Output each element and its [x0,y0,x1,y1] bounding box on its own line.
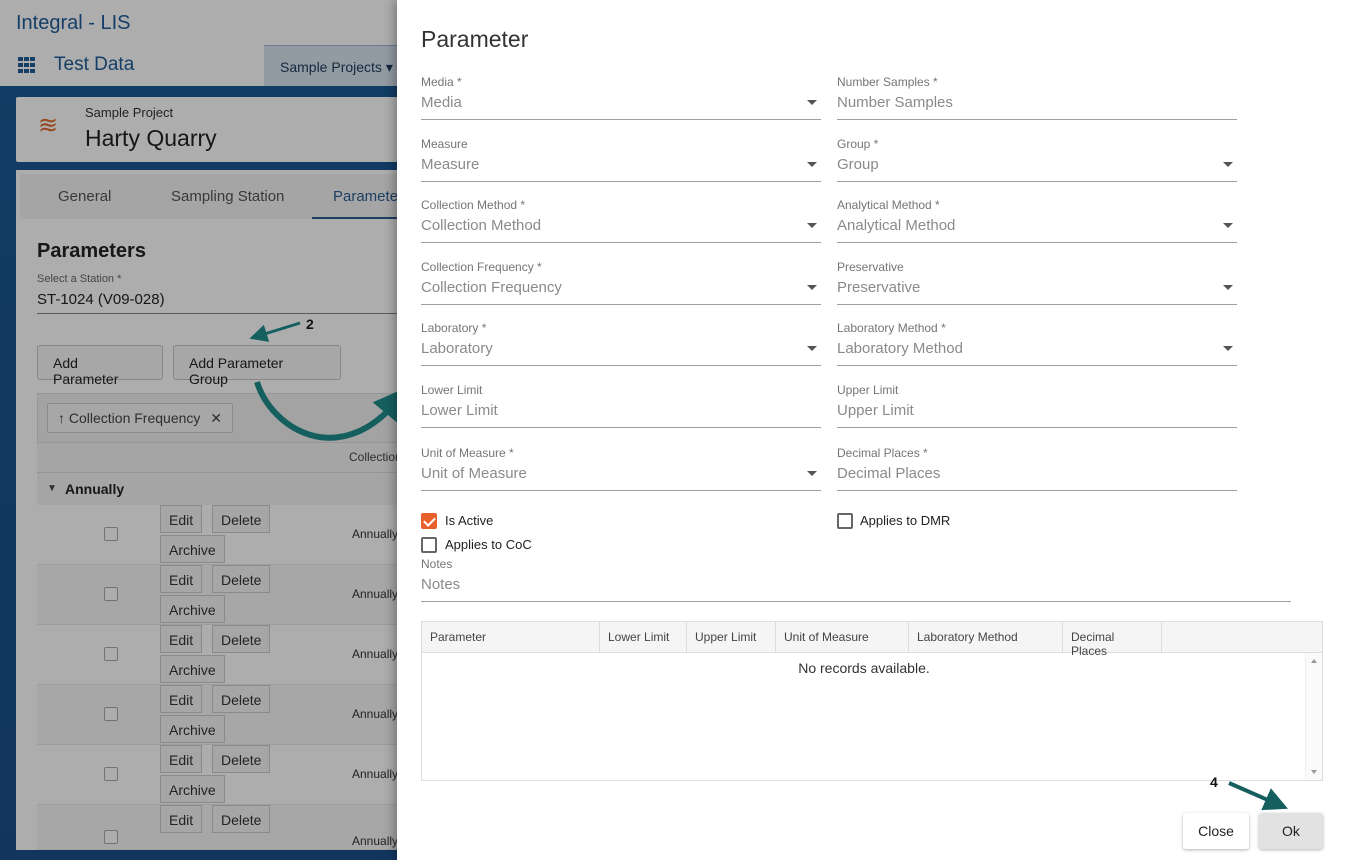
collection-method-label: Collection Method * [421,198,526,212]
preservative-placeholder: Preservative [837,279,921,296]
scroll-up-icon[interactable] [1311,659,1317,663]
laboratory-label: Laboratory * [421,321,487,335]
parameter-dialog: Parameter Media * Media Number Samples *… [397,0,1345,860]
applies-to-coc-label: Applies to CoC [445,537,532,552]
laboratory-method-label: Laboratory Method * [837,321,946,335]
unit-of-measure-placeholder: Unit of Measure [421,465,527,482]
field-underline [837,119,1237,120]
field-underline [421,490,821,491]
analytical-method-field[interactable]: Analytical Method * Analytical Method [837,198,1237,258]
chevron-down-icon[interactable] [807,471,817,476]
laboratory-field[interactable]: Laboratory * Laboratory [421,321,821,381]
chevron-down-icon[interactable] [1223,285,1233,290]
chevron-down-icon[interactable] [807,223,817,228]
preservative-label: Preservative [837,260,904,274]
measure-field[interactable]: Measure Measure [421,137,821,197]
is-active-checkbox[interactable] [421,513,437,529]
is-active-label: Is Active [445,513,494,528]
field-underline [421,181,821,182]
upper-limit-label: Upper Limit [837,383,899,397]
lower-limit-label: Lower Limit [421,383,483,397]
column-header-decimal-places[interactable]: Decimal Places [1063,622,1162,658]
chevron-down-icon[interactable] [1223,346,1233,351]
number-samples-label: Number Samples * [837,75,938,89]
applies-to-dmr-checkbox[interactable] [837,513,853,529]
analytical-method-placeholder: Analytical Method [837,217,956,234]
collection-method-field[interactable]: Collection Method * Collection Method [421,198,821,258]
unit-of-measure-field[interactable]: Unit of Measure * Unit of Measure [421,446,821,506]
ok-button[interactable]: Ok [1259,813,1323,849]
notes-placeholder: Notes [421,576,461,593]
measure-placeholder: Measure [421,156,480,173]
group-label: Group * [837,137,879,151]
chevron-down-icon[interactable] [1223,162,1233,167]
laboratory-method-placeholder: Laboratory Method [837,340,963,357]
laboratory-method-field[interactable]: Laboratory Method * Laboratory Method [837,321,1237,381]
chevron-down-icon[interactable] [1223,223,1233,228]
collection-frequency-label: Collection Frequency * [421,260,542,274]
no-records-message: No records available. [798,660,930,676]
field-underline [837,427,1237,428]
chevron-down-icon[interactable] [807,100,817,105]
annotation-arrows [249,321,410,441]
analytical-method-label: Analytical Method * [837,198,940,212]
dialog-title: Parameter [421,26,529,52]
annotation-step-2: 2 [306,316,314,332]
arrow-step-4 [1228,781,1288,811]
lower-limit-field[interactable]: Lower Limit Lower Limit [421,383,821,443]
annotation-step-4: 4 [1210,774,1218,790]
group-placeholder: Group [837,156,879,173]
column-header-parameter[interactable]: Parameter [422,622,600,652]
field-underline [421,304,821,305]
collection-frequency-placeholder: Collection Frequency [421,279,562,296]
decimal-places-field[interactable]: Decimal Places * Decimal Places [837,446,1237,506]
lower-limit-placeholder: Lower Limit [421,402,498,419]
media-label: Media * [421,75,462,89]
preservative-field[interactable]: Preservative Preservative [837,260,1237,320]
parameter-grid: Parameter Lower Limit Upper Limit Unit o… [421,621,1323,781]
chevron-down-icon[interactable] [807,346,817,351]
field-underline [421,427,821,428]
chevron-down-icon[interactable] [807,162,817,167]
upper-limit-placeholder: Upper Limit [837,402,914,419]
field-underline [837,490,1237,491]
field-underline [837,181,1237,182]
chevron-down-icon[interactable] [807,285,817,290]
field-underline [421,601,1291,602]
grid-scrollbar[interactable] [1305,653,1322,780]
collection-method-placeholder: Collection Method [421,217,542,234]
arrow-step-3 [254,381,410,441]
field-underline [837,304,1237,305]
field-underline [421,365,821,366]
notes-label: Notes [421,557,453,571]
decimal-places-placeholder: Decimal Places [837,465,941,482]
number-samples-field[interactable]: Number Samples * Number Samples [837,75,1237,135]
field-underline [421,242,821,243]
grid-header-row: Parameter Lower Limit Upper Limit Unit o… [422,622,1322,658]
upper-limit-field[interactable]: Upper Limit Upper Limit [837,383,1237,443]
field-underline [837,242,1237,243]
laboratory-placeholder: Laboratory [421,340,493,357]
applies-to-dmr-label: Applies to DMR [860,513,951,528]
collection-frequency-field[interactable]: Collection Frequency * Collection Freque… [421,260,821,320]
column-header-upper-limit[interactable]: Upper Limit [687,622,776,652]
media-field[interactable]: Media * Media [421,75,821,135]
applies-to-coc-checkbox[interactable] [421,537,437,553]
field-underline [421,119,821,120]
measure-label: Measure [421,137,468,151]
group-field[interactable]: Group * Group [837,137,1237,197]
column-header-laboratory-method[interactable]: Laboratory Method [909,622,1063,652]
notes-field[interactable]: Notes Notes [421,557,1291,617]
unit-of-measure-label: Unit of Measure * [421,446,514,460]
field-underline [837,365,1237,366]
media-placeholder: Media [421,94,462,111]
column-header-lower-limit[interactable]: Lower Limit [600,622,687,652]
arrow-step-2 [249,321,301,342]
number-samples-placeholder: Number Samples [837,94,953,111]
column-header-unit-of-measure[interactable]: Unit of Measure [776,622,909,652]
close-button[interactable]: Close [1183,813,1249,849]
decimal-places-label: Decimal Places * [837,446,928,460]
